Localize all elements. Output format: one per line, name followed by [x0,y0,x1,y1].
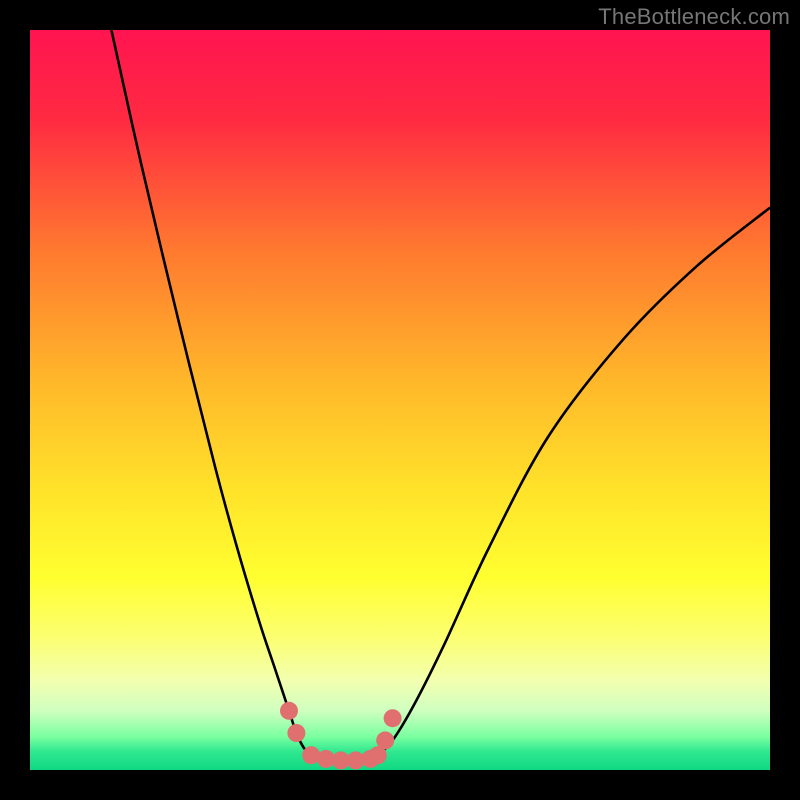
plot-area [30,30,770,770]
valley-marker [376,731,394,749]
valley-marker [287,724,305,742]
gradient-background [30,30,770,770]
watermark-text: TheBottleneck.com [598,4,790,30]
valley-marker [280,702,298,720]
chart-svg [30,30,770,770]
valley-marker [384,709,402,727]
chart-frame: TheBottleneck.com [0,0,800,800]
